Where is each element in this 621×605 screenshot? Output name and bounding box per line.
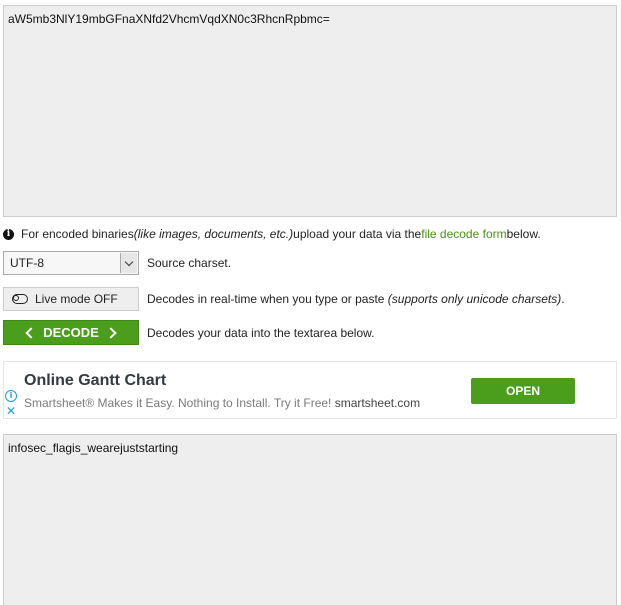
decode-button-label: DECODE bbox=[43, 325, 99, 340]
charset-select[interactable]: UTF-8 bbox=[3, 251, 139, 275]
info-icon: i bbox=[3, 228, 14, 240]
ad-open-button[interactable]: OPEN bbox=[471, 378, 575, 404]
chevron-down-icon[interactable] bbox=[120, 253, 137, 273]
live-mode-toggle-button[interactable]: Live mode OFF bbox=[3, 287, 139, 311]
decode-button[interactable]: DECODE bbox=[3, 320, 139, 345]
info-text-suffix: below. bbox=[506, 227, 541, 241]
ad-subtitle: Smartsheet® Makes it Easy. Nothing to In… bbox=[24, 396, 421, 410]
ad-info-icon[interactable]: i bbox=[5, 390, 17, 402]
charset-row: UTF-8 Source charset. bbox=[3, 251, 231, 275]
ad-title[interactable]: Online Gantt Chart bbox=[24, 372, 166, 390]
live-mode-description: Decodes in real-time when you type or pa… bbox=[147, 292, 565, 306]
ad-close-icon[interactable]: ✕ bbox=[6, 405, 16, 417]
file-decode-form-link[interactable]: file decode form bbox=[421, 227, 506, 241]
encoded-input-value: aW5mb3NlY19mbGFnaXNfd2VhcmVqdXN0c3RhcnRp… bbox=[8, 12, 330, 26]
live-mode-label: Live mode OFF bbox=[35, 292, 118, 306]
chevron-left-icon bbox=[25, 326, 37, 339]
info-text-middle: upload your data via the bbox=[293, 227, 422, 241]
decode-row: DECODE Decodes your data into the textar… bbox=[3, 320, 374, 345]
encoded-input-textarea[interactable]: aW5mb3NlY19mbGFnaXNfd2VhcmVqdXN0c3RhcnRp… bbox=[3, 5, 617, 217]
binary-info-note: i For encoded binaries (like images, doc… bbox=[3, 226, 541, 242]
decode-description: Decodes your data into the textarea belo… bbox=[147, 325, 375, 340]
base64-decode-page: aW5mb3NlY19mbGFnaXNfd2VhcmVqdXN0c3RhcnRp… bbox=[0, 0, 621, 605]
info-text-prefix: For encoded binaries bbox=[21, 227, 134, 241]
info-text-italic: (like images, documents, etc.) bbox=[133, 227, 294, 241]
charset-selected-value: UTF-8 bbox=[10, 256, 44, 270]
decoded-output-textarea[interactable]: infosec_flagis_wearejuststarting bbox=[3, 434, 617, 605]
advertisement-banner[interactable]: i ✕ Online Gantt Chart Smartsheet® Makes… bbox=[3, 361, 617, 419]
live-mode-row: Live mode OFF Decodes in real-time when … bbox=[3, 287, 565, 311]
chevron-right-icon bbox=[105, 326, 117, 339]
decoded-output-value: infosec_flagis_wearejuststarting bbox=[8, 441, 179, 455]
ad-domain: smartsheet.com bbox=[334, 396, 421, 410]
charset-description: Source charset. bbox=[147, 256, 232, 270]
toggle-off-icon bbox=[12, 294, 28, 304]
